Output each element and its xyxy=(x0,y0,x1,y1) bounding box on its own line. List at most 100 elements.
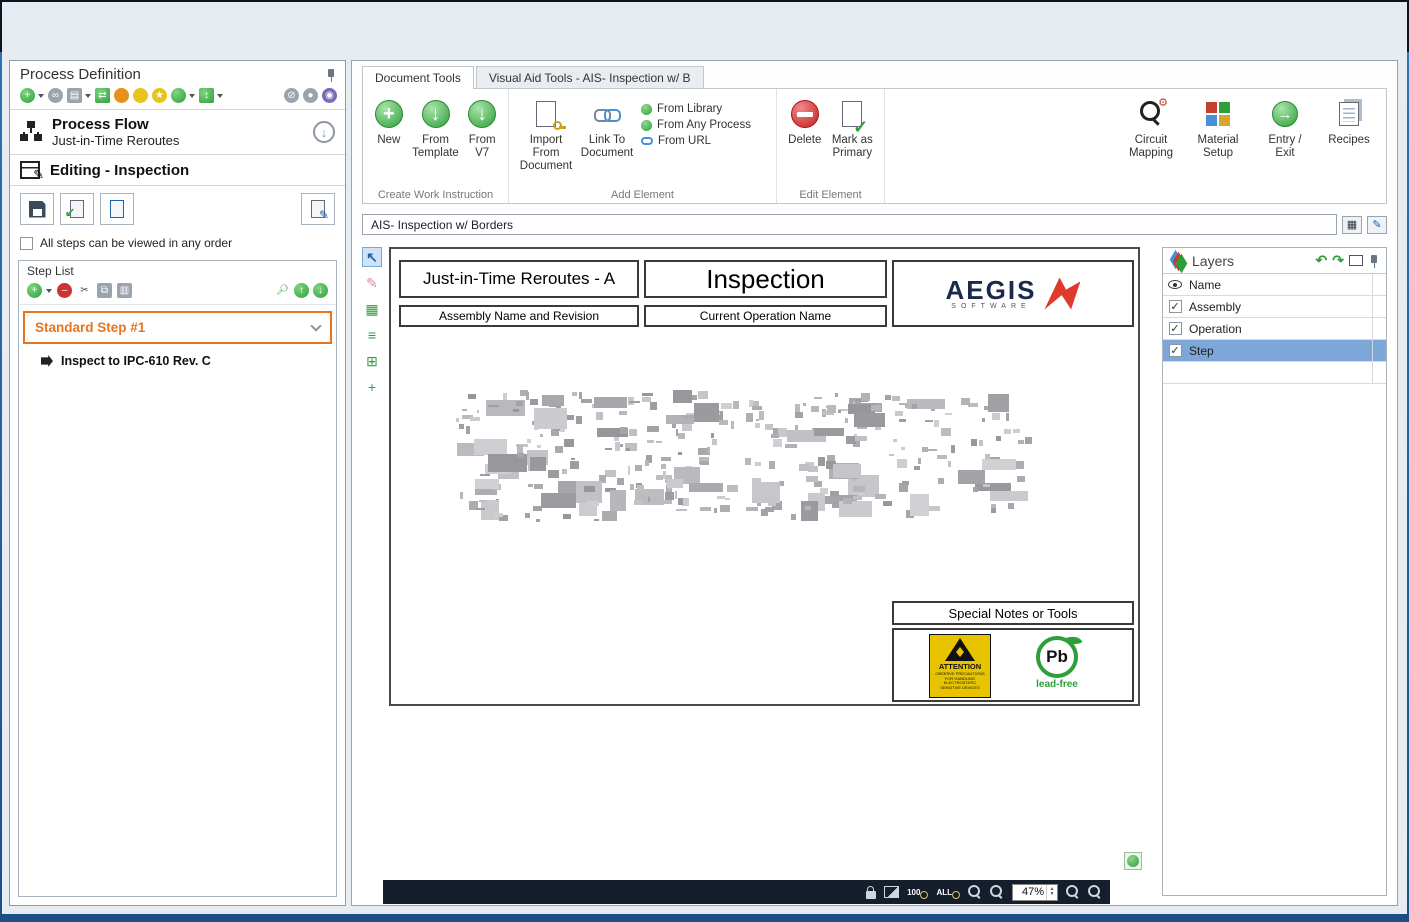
anchor-tool-icon[interactable]: ⊞ xyxy=(362,351,382,371)
logo-box[interactable]: AEGIS SOFTWARE xyxy=(892,260,1134,327)
import-from-document-button[interactable]: Import From Document xyxy=(515,95,577,177)
layer-row-empty xyxy=(1163,362,1386,384)
zoom-in-icon[interactable] xyxy=(1088,885,1102,899)
layer-row-step[interactable]: ✓ Step xyxy=(1163,340,1386,362)
layer-row-operation[interactable]: ✓ Operation xyxy=(1163,318,1386,340)
save-step-button[interactable] xyxy=(20,193,54,225)
chevron-down-icon[interactable] xyxy=(310,320,321,331)
operation-title-box[interactable]: Inspection xyxy=(644,260,887,298)
navigate-page-button[interactable] xyxy=(1124,852,1142,870)
assembly-caption-box[interactable]: Assembly Name and Revision xyxy=(399,305,639,327)
operation-caption-box[interactable]: Current Operation Name xyxy=(644,305,887,327)
add-step-icon[interactable]: + xyxy=(27,283,42,298)
print-dropdown-icon[interactable] xyxy=(85,94,91,98)
assign-icon[interactable]: ↕ xyxy=(199,88,214,103)
circuit-mapping-button[interactable]: ⚙ Circuit Mapping xyxy=(1124,95,1178,164)
certified-operator-icon[interactable]: ★ xyxy=(152,88,167,103)
cut-icon[interactable]: ✂ xyxy=(77,283,92,298)
layer-row-name[interactable]: Name xyxy=(1163,274,1386,296)
assembly-layer-checkbox[interactable]: ✓ xyxy=(1169,300,1182,313)
assign-dropdown-icon[interactable] xyxy=(217,94,223,98)
layer-row-assembly[interactable]: ✓ Assembly xyxy=(1163,296,1386,318)
from-v7-button[interactable]: ↓ From V7 xyxy=(462,95,502,164)
tab-document-tools[interactable]: Document Tools xyxy=(362,66,474,88)
operator-icon[interactable] xyxy=(114,88,129,103)
pcb-image-right[interactable] xyxy=(745,391,1034,521)
fullscreen-icon[interactable] xyxy=(1349,255,1363,266)
link-icon[interactable]: ∞ xyxy=(48,88,63,103)
step-list-toolbar: + – ✂ ⧉ ▥ 🔎︎ ↑ ↓ xyxy=(19,281,336,305)
info-icon[interactable]: ◉ xyxy=(322,88,337,103)
zoom-level-spinner[interactable]: 47% ▲▼ xyxy=(1012,884,1058,901)
delete-button[interactable]: Delete xyxy=(783,95,827,151)
from-any-process-button[interactable]: From Any Process xyxy=(641,119,751,131)
assembly-title-box[interactable]: Just-in-Time Reroutes - A xyxy=(399,260,639,298)
from-library-button[interactable]: From Library xyxy=(641,103,751,115)
pin-icon[interactable] xyxy=(325,68,337,82)
record-icon[interactable]: ● xyxy=(303,88,318,103)
move-tool-icon[interactable]: + xyxy=(362,377,382,397)
select-tool-icon[interactable]: ↖ xyxy=(362,247,382,267)
from-any-process-icon xyxy=(641,120,652,131)
zoom-out-icon[interactable] xyxy=(1066,885,1080,899)
eye-icon[interactable] xyxy=(1168,280,1182,289)
team-dropdown-icon[interactable] xyxy=(189,94,195,98)
from-url-button[interactable]: From URL xyxy=(641,135,751,147)
aegis-mark-icon xyxy=(1044,278,1080,310)
step-list: Step List + – ✂ ⧉ ▥ 🔎︎ ↑ ↓ Standard Step… xyxy=(18,260,337,897)
step-layer-checkbox[interactable]: ✓ xyxy=(1169,344,1182,357)
selected-step-row[interactable]: Standard Step #1 xyxy=(23,311,332,344)
zoom-spinner-arrows[interactable]: ▲▼ xyxy=(1046,885,1057,900)
team-icon[interactable] xyxy=(171,88,186,103)
collapse-icon[interactable]: ↓ xyxy=(313,121,335,143)
from-template-button[interactable]: ↓ From Template xyxy=(409,95,463,164)
material-setup-button[interactable]: Material Setup xyxy=(1192,95,1244,164)
recipes-button[interactable]: Recipes xyxy=(1326,95,1372,151)
entry-exit-button[interactable]: → Entry / Exit xyxy=(1258,95,1312,164)
remove-step-icon[interactable]: – xyxy=(57,283,72,298)
document-name-field[interactable]: AIS- Inspection w/ Borders xyxy=(362,214,1337,235)
collapse-steps-icon[interactable]: ↓ xyxy=(313,283,328,298)
expand-steps-icon[interactable]: ↑ xyxy=(294,283,309,298)
document-viewport[interactable]: Just-in-Time Reroutes - A Inspection Ass… xyxy=(385,239,1146,878)
new-button[interactable]: + New xyxy=(369,95,409,151)
rename-document-icon[interactable]: ✎ xyxy=(1367,216,1387,234)
grid-tool-icon[interactable]: ▦ xyxy=(362,299,382,319)
copy-icon[interactable]: ⧉ xyxy=(97,283,112,298)
step-instruction-item[interactable]: Inspect to IPC-610 Rev. C xyxy=(19,346,336,376)
process-flow-row[interactable]: Process Flow Just-in-Time Reroutes ↓ xyxy=(10,110,345,155)
align-tool-icon[interactable]: ≡ xyxy=(362,325,382,345)
link-to-document-button[interactable]: Link To Document xyxy=(577,95,637,164)
redo-icon[interactable]: ↷ xyxy=(1332,252,1344,269)
print-icon[interactable]: ▤ xyxy=(67,88,82,103)
tab-visual-aid-tools[interactable]: Visual Aid Tools - AIS- Inspection w/ B xyxy=(476,66,704,88)
thumbnail-icon[interactable] xyxy=(884,886,899,898)
import-step-button[interactable] xyxy=(60,193,94,225)
operation-layer-checkbox[interactable]: ✓ xyxy=(1169,322,1182,335)
fit-page-icon[interactable] xyxy=(990,885,1004,899)
zoom-lock-icon[interactable] xyxy=(866,891,876,899)
trainee-icon[interactable] xyxy=(133,88,148,103)
mark-as-primary-button[interactable]: ✓ Mark as Primary xyxy=(827,95,878,164)
fit-width-icon[interactable] xyxy=(968,885,982,899)
notes-title-box[interactable]: Special Notes or Tools xyxy=(892,601,1134,625)
paste-icon[interactable]: ▥ xyxy=(117,283,132,298)
zoom-all-button[interactable]: ALL xyxy=(936,888,960,897)
add-step-dropdown-icon[interactable] xyxy=(46,289,52,293)
document-page[interactable]: Just-in-Time Reroutes - A Inspection Ass… xyxy=(389,247,1140,706)
edit-notes-button[interactable] xyxy=(301,193,335,225)
display-mode-icon[interactable]: ▦ xyxy=(1342,216,1362,234)
notes-content-box[interactable]: ATTENTION OBSERVE PRECAUTIONS FOR HANDLI… xyxy=(892,628,1134,702)
layers-pin-icon[interactable] xyxy=(1368,254,1380,268)
undo-icon[interactable]: ↶ xyxy=(1316,252,1328,269)
reroute-icon[interactable]: ⇄ xyxy=(95,88,110,103)
search-step-icon[interactable]: 🔎︎ xyxy=(275,283,290,298)
pcb-image-left[interactable] xyxy=(455,389,741,522)
deactivate-icon[interactable]: ⊘ xyxy=(284,88,299,103)
add-icon[interactable]: + xyxy=(20,88,35,103)
any-order-checkbox[interactable] xyxy=(20,237,33,250)
zoom-100-button[interactable]: 100 xyxy=(907,888,928,897)
add-dropdown-icon[interactable] xyxy=(38,94,44,98)
template-step-button[interactable] xyxy=(100,193,134,225)
annotate-tool-icon[interactable]: ✎ xyxy=(362,273,382,293)
